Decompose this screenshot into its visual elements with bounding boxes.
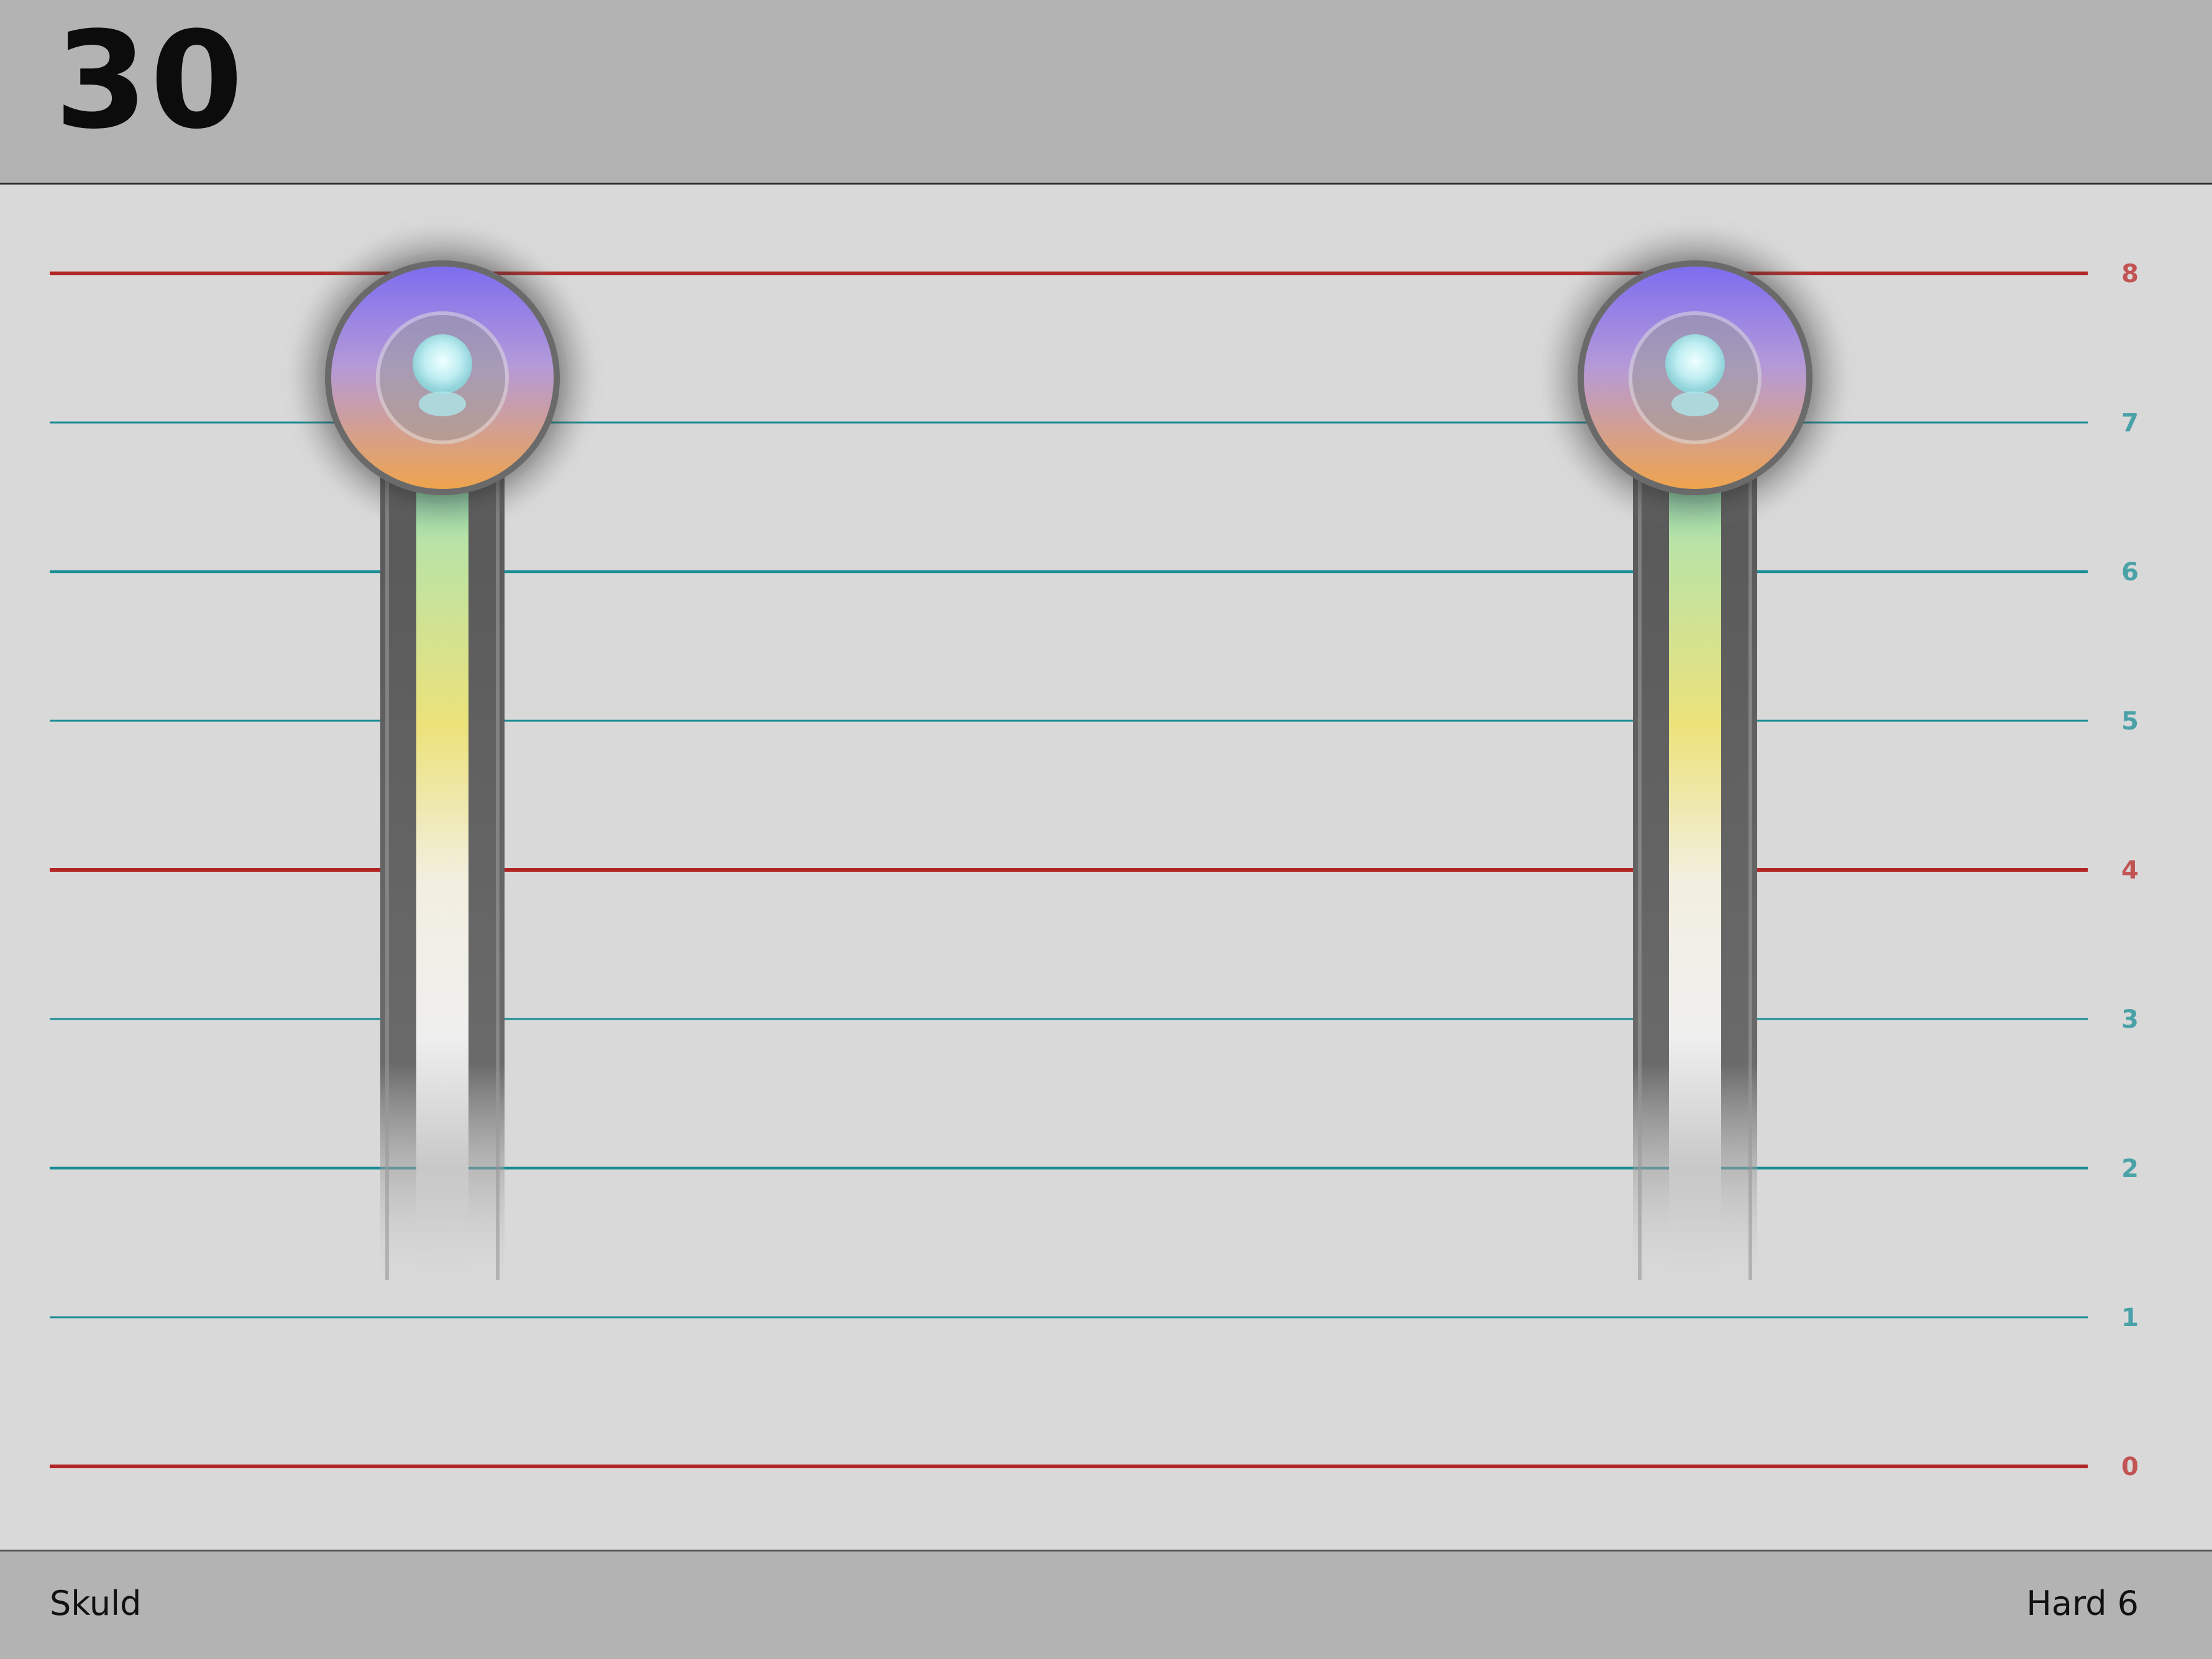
staff-level-label: 3 bbox=[2121, 1005, 2139, 1034]
song-title: Skuld bbox=[50, 1584, 142, 1623]
pitch-staff: 0 1 2 3 4 5 6 7 8 bbox=[50, 222, 2139, 1481]
orb-core bbox=[413, 334, 472, 394]
orb-core bbox=[1665, 334, 1725, 394]
staff-level-label: 5 bbox=[2121, 707, 2139, 736]
staff-level-label: 8 bbox=[2121, 260, 2139, 288]
staff-level-label: 1 bbox=[2121, 1304, 2139, 1332]
song-footer: Skuld Hard 6 bbox=[0, 1550, 2212, 1659]
orb-core-reflection bbox=[1671, 391, 1719, 416]
orb-core-reflection bbox=[419, 391, 466, 416]
staff-level-label: 0 bbox=[2121, 1453, 2139, 1481]
pitch-meters bbox=[287, 222, 1850, 1292]
difficulty-label: Hard 6 bbox=[2026, 1584, 2139, 1623]
right-pitch-meter bbox=[1540, 222, 1850, 1292]
staff-level-label: 7 bbox=[2121, 409, 2139, 437]
staff-level-label: 2 bbox=[2121, 1154, 2139, 1183]
staff-level-label: 4 bbox=[2121, 856, 2139, 885]
staff-level-label: 6 bbox=[2121, 558, 2139, 587]
left-pitch-meter bbox=[287, 222, 598, 1292]
